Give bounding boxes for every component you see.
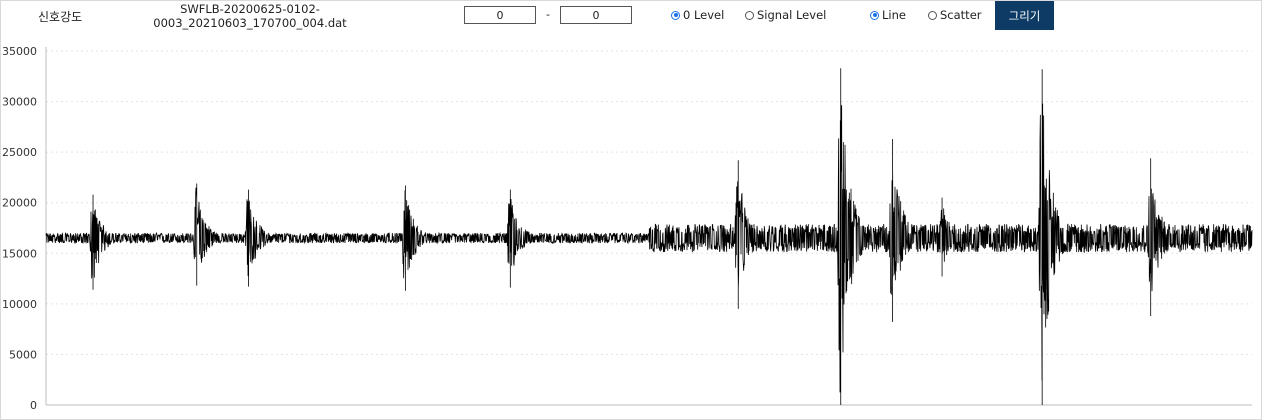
y-tick-label: 5000 — [9, 348, 37, 361]
y-tick-label: 35000 — [2, 45, 37, 58]
y-tick-label: 30000 — [2, 96, 37, 109]
y-tick-label: 15000 — [2, 247, 37, 260]
y-tick-label: 10000 — [2, 298, 37, 311]
y-tick-label: 20000 — [2, 197, 37, 210]
grid-lines — [46, 50, 1252, 355]
y-tick-label: 25000 — [2, 146, 37, 159]
y-tick-label: 0 — [30, 399, 37, 412]
signal-chart: 0 5000 10000 15000 20000 25000 30000 35000 — [2, 45, 1253, 412]
y-axis-ticks: 0 5000 10000 15000 20000 25000 30000 35000 — [2, 45, 37, 412]
